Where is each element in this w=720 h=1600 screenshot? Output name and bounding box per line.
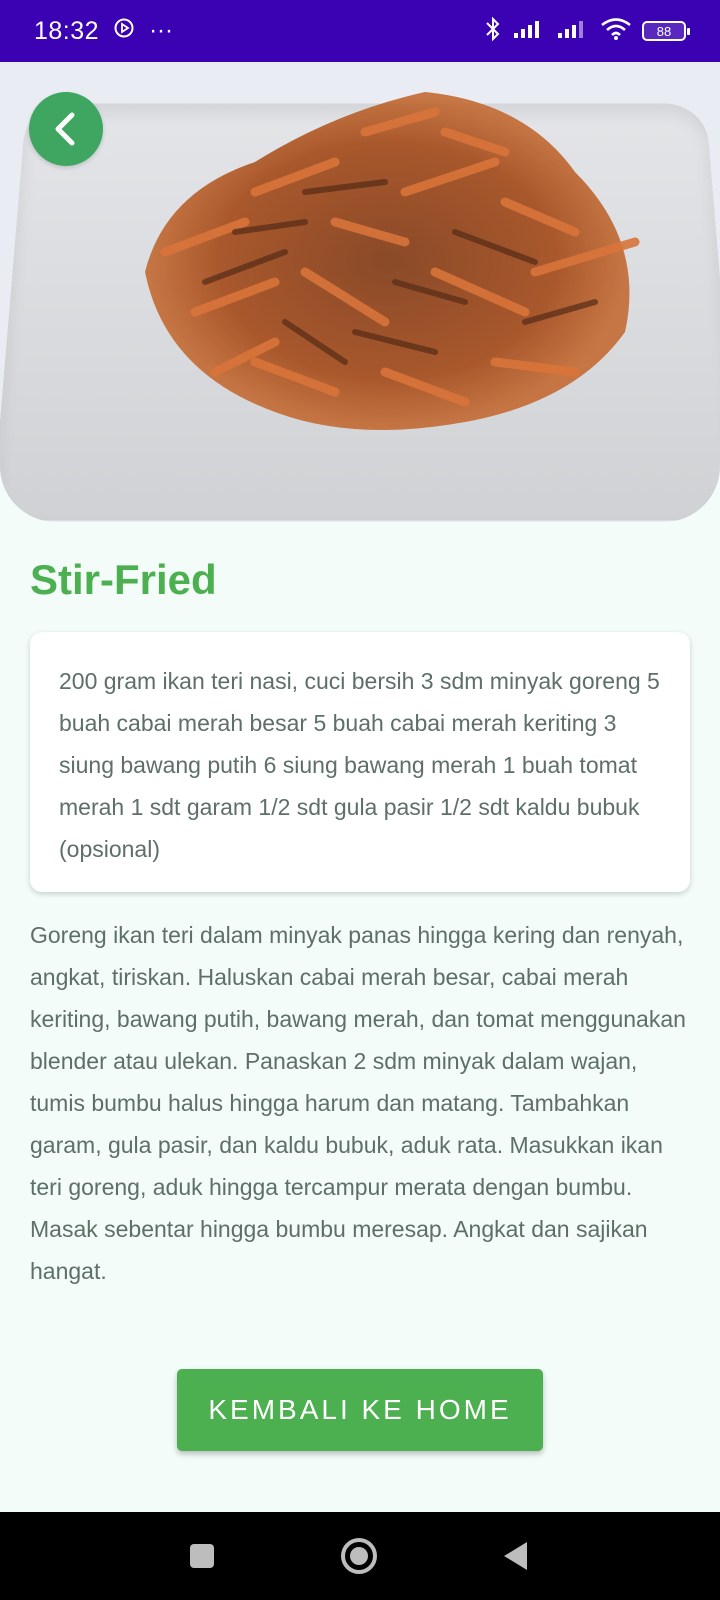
home-button[interactable] (299, 1512, 419, 1600)
signal-icon (512, 18, 546, 45)
ingredients-card: 200 gram ikan teri nasi, cuci bersih 3 s… (30, 632, 690, 892)
signal-icon-2 (556, 18, 590, 45)
battery-icon: 88 (642, 21, 690, 41)
recipe-title: Stir-Fried (30, 556, 217, 603)
recipe-steps: Goreng ikan teri dalam minyak panas hing… (30, 922, 686, 1284)
back-to-home-button[interactable]: KEMBALI KE HOME (177, 1369, 543, 1451)
more-dots: ··· (149, 17, 174, 44)
recents-icon (190, 1544, 214, 1568)
bluetooth-icon (484, 16, 502, 47)
home-icon (341, 1538, 377, 1574)
status-right: 88 (484, 16, 690, 47)
navigation-bar (0, 1512, 720, 1600)
sync-icon (113, 17, 135, 46)
back-icon (504, 1542, 527, 1570)
recipe-image (0, 62, 720, 522)
battery-level: 88 (656, 23, 672, 39)
back-button[interactable] (29, 92, 103, 166)
back-nav-button[interactable] (456, 1512, 576, 1600)
fried-anchovies-image (145, 92, 640, 430)
status-time: 18:32 (34, 16, 100, 45)
chevron-left-icon (55, 112, 75, 146)
status-left: 18:32 ··· (34, 17, 173, 46)
wifi-icon (600, 17, 632, 46)
status-bar: 18:32 ··· 88 (0, 0, 720, 62)
recents-button[interactable] (142, 1512, 262, 1600)
ingredients-text: 200 gram ikan teri nasi, cuci bersih 3 s… (59, 668, 660, 862)
